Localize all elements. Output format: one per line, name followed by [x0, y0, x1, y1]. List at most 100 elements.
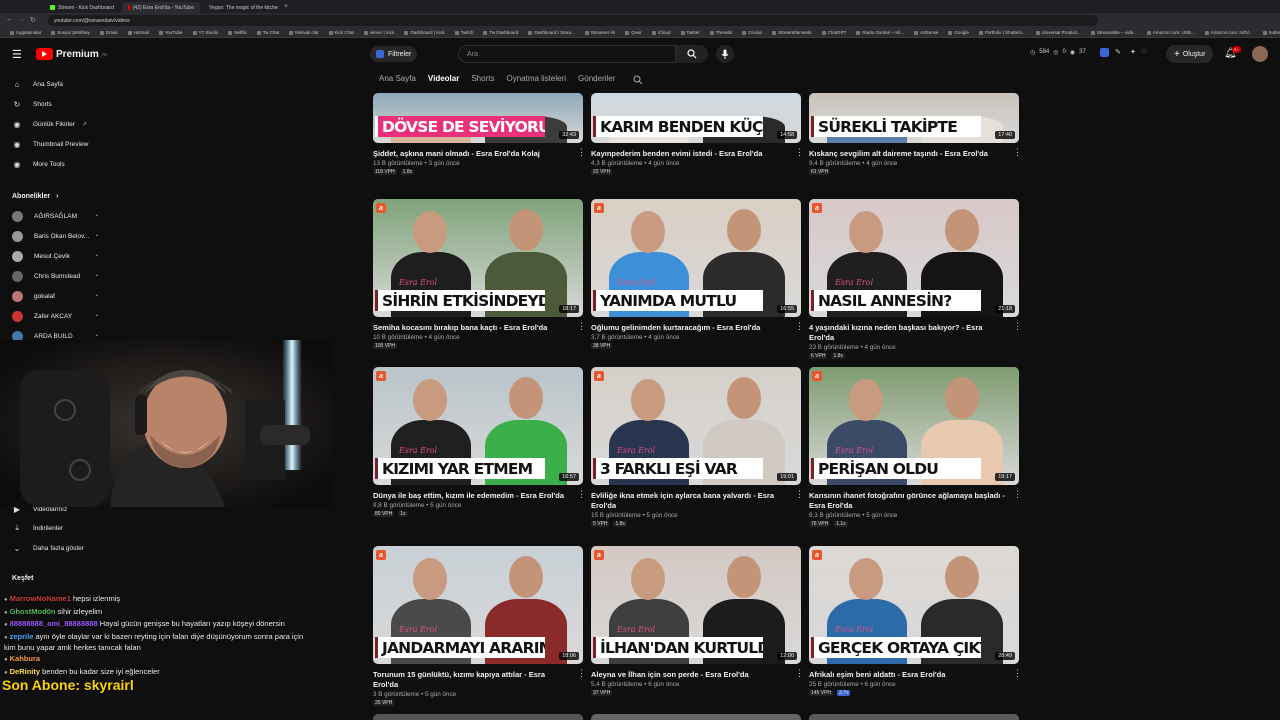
video-title[interactable]: Evliliğe ikna etmek için aylarca bana ya… — [591, 491, 787, 511]
video-title[interactable]: Semiha kocasını bırakıp bana kaçtı - Esr… — [373, 323, 569, 333]
bookmark-item[interactable]: Subreit a request... — [1262, 30, 1280, 35]
bookmark-item[interactable]: Streamable – vide... — [1090, 30, 1137, 35]
address-bar[interactable]: youtube.com/@esraerolatv/videos — [48, 15, 1098, 26]
video-thumbnail[interactable]: SÜREKLİ TAKİPTE 17:40 — [809, 93, 1019, 143]
bookmark-item[interactable]: Portfolio | Shutters... — [978, 30, 1026, 35]
video-thumbnail[interactable]: a Esra Erol YANIMDA MUTLU 16:55 — [591, 199, 801, 317]
browser-tab[interactable]: Vegun: The magic of the kitchen — [200, 2, 278, 13]
bookmark-item[interactable]: StreamElements — [772, 30, 812, 35]
video-card[interactable]: SÜREKLİ TAKİPTE 17:40 Kıskanç sevgilim alt… — [809, 93, 1022, 175]
sidebar-item[interactable]: ⌂ Ana Sayfa — [12, 79, 63, 89]
video-thumbnail[interactable]: a Esra Erol KIZIMI YAR ETMEM 16:57 — [373, 367, 583, 485]
video-card[interactable]: a Esra Erol SİHRİN ETKİSİNDEYDİM 18:17 Semih… — [373, 199, 586, 349]
browser-tab[interactable]: (42) Esra Erol'da - YouTube — [122, 2, 200, 13]
bookmark-item[interactable]: Hotmail — [127, 30, 149, 35]
video-card[interactable]: DÖVSE DE SEVİYORUM 32:43 Şiddet, aşkına ma… — [373, 93, 586, 175]
video-more-options-icon[interactable]: ⋮ — [1013, 489, 1022, 500]
sidebar-item[interactable]: ↻ Shorts — [12, 99, 52, 109]
bookmark-item[interactable]: Gmail — [99, 30, 118, 35]
extension-bell-icon[interactable]: ◌ — [1142, 48, 1146, 55]
bookmark-item[interactable]: AdSense — [914, 30, 938, 35]
video-thumbnail-partial[interactable] — [591, 714, 801, 720]
video-title[interactable]: Afrikalı eşim beni aldattı - Esra Erol'd… — [809, 670, 1005, 680]
sidebar-item[interactable]: ◉ Thumbnail Preview — [12, 139, 89, 149]
bookmark-item[interactable]: Çevir — [625, 30, 642, 35]
video-thumbnail[interactable]: a Esra Erol 3 FARKLI EŞİ VAR 19:01 — [591, 367, 801, 485]
subscription-item[interactable]: Chris Bumstead — [12, 271, 80, 282]
channel-tab[interactable]: Videolar — [428, 74, 459, 83]
bookmark-item[interactable]: Amazon.com: NOV... — [1204, 30, 1253, 35]
video-title[interactable]: Şiddet, aşkına mani olmadı - Esra Erol'd… — [373, 149, 569, 159]
channel-search-icon[interactable] — [633, 75, 643, 85]
video-card[interactable]: a Esra Erol KIZIMI YAR ETMEM 16:57 Dünya ile… — [373, 367, 586, 517]
video-thumbnail[interactable]: DÖVSE DE SEVİYORUM 32:43 — [373, 93, 583, 143]
bookmark-item[interactable]: ChatGPT — [821, 30, 846, 35]
video-card[interactable]: a Esra Erol 3 FARKLI EŞİ VAR 19:01 Evliliğe … — [591, 367, 804, 527]
video-more-options-icon[interactable]: ⋮ — [1013, 321, 1022, 332]
bookmark-item[interactable]: Threads — [709, 30, 732, 35]
bookmark-item[interactable]: Dashboard | Kick — [404, 30, 445, 35]
browser-tab[interactable]: Stream - Kick Dashboard — [44, 2, 122, 13]
subscription-item[interactable]: Zafer AKCAY — [12, 311, 72, 322]
bookmark-item[interactable]: Twitter — [680, 30, 700, 35]
search-input[interactable]: Ara — [458, 45, 676, 63]
sidebar-item[interactable]: ⤓ İndirilenler — [12, 523, 63, 533]
video-more-options-icon[interactable]: ⋮ — [795, 321, 804, 332]
video-thumbnail-partial[interactable] — [809, 714, 1019, 720]
video-more-options-icon[interactable]: ⋮ — [577, 147, 586, 158]
video-more-options-icon[interactable]: ⋮ — [577, 668, 586, 679]
account-avatar[interactable] — [1252, 46, 1268, 62]
create-button[interactable]: + Oluştur — [1166, 45, 1214, 63]
sidebar-item[interactable]: ◉ Günlük Fikirler ↗ — [12, 119, 87, 129]
bookmark-item[interactable]: Sosyal Şehirbey — [51, 30, 90, 35]
video-thumbnail[interactable]: KARIM BENDEN KÜÇÜK 14:58 — [591, 93, 801, 143]
video-card[interactable]: a Esra Erol İLHAN'DAN KURTULDUM 12:00 Aleyna… — [591, 546, 804, 696]
sidebar-item[interactable]: ⌄ Daha fazla göster — [12, 543, 84, 553]
video-title[interactable]: Oğlumu gelinimden kurtaracağım - Esra Er… — [591, 323, 787, 333]
extension-wand-icon[interactable]: ✦ — [1130, 48, 1136, 56]
video-title[interactable]: Dünya ile baş ettim, kızım ile edemedim … — [373, 491, 569, 501]
video-card[interactable]: a Esra Erol PERİŞAN OLDU 19:17 Karısının iha… — [809, 367, 1022, 527]
video-title[interactable]: Aleyna ve İlhan için son perde - Esra Er… — [591, 670, 787, 680]
video-thumbnail-partial[interactable] — [373, 714, 583, 720]
video-more-options-icon[interactable]: ⋮ — [795, 668, 804, 679]
bookmark-item[interactable]: YT Studio — [192, 30, 218, 35]
video-card[interactable]: a Esra Erol JANDARMAYI ARARIM 18:06 Torunum … — [373, 546, 586, 706]
channel-tab[interactable]: Ana Sayfa — [379, 74, 416, 83]
subscription-item[interactable]: gokalaf — [12, 291, 55, 302]
bookmark-item[interactable]: Tw Chat — [256, 30, 279, 35]
video-thumbnail[interactable]: a Esra Erol PERİŞAN OLDU 19:17 — [809, 367, 1019, 485]
bookmark-item[interactable]: Uygulamalar — [10, 30, 41, 35]
bookmark-item[interactable]: festivali.clat — [289, 30, 319, 35]
video-card[interactable]: a Esra Erol YANIMDA MUTLU 16:55 Oğlumu gelin… — [591, 199, 804, 349]
bookmark-item[interactable]: YouTube — [158, 30, 183, 35]
voice-search-button[interactable] — [716, 45, 734, 63]
back-icon[interactable]: ← — [6, 16, 13, 23]
bookmark-item[interactable]: Netflix — [228, 30, 247, 35]
video-title[interactable]: 4 yaşındaki kızına neden başkası bakıyor… — [809, 323, 1005, 343]
video-more-options-icon[interactable]: ⋮ — [1013, 147, 1022, 158]
video-card[interactable]: a Esra Erol NASIL ANNESİN? 21:18 4 yaşındaki… — [809, 199, 1022, 359]
video-title[interactable]: Torunum 15 günlüktü, kızımı kapıya attıl… — [373, 670, 569, 690]
bookmark-item[interactable]: Amazon.com: USB... — [1146, 30, 1195, 35]
channel-tab[interactable]: Oynatma listeleri — [506, 74, 566, 83]
video-thumbnail[interactable]: a Esra Erol GERÇEK ORTAYA ÇIKTI 28:49 — [809, 546, 1019, 664]
video-thumbnail[interactable]: a Esra Erol NASIL ANNESİN? 21:18 — [809, 199, 1019, 317]
video-card[interactable]: KARIM BENDEN KÜÇÜK 14:58 Kayınpederim bend… — [591, 93, 804, 175]
channel-tab[interactable]: Gönderiler — [578, 74, 615, 83]
search-button[interactable] — [676, 45, 708, 63]
extension-icon[interactable] — [1100, 48, 1109, 57]
bookmark-item[interactable]: Tw Dashboard — [483, 30, 518, 35]
reload-icon[interactable]: ↻ — [30, 16, 36, 24]
subscriptions-heading[interactable]: Abonelikler › — [12, 193, 58, 200]
video-title[interactable]: Kıskanç sevgilim alt daireme taşındı - E… — [809, 149, 1005, 159]
bookmark-item[interactable]: Oculus — [742, 30, 762, 35]
youtube-logo[interactable]: Premium TR — [36, 48, 107, 60]
bookmark-item[interactable]: Universal Product... — [1035, 30, 1081, 35]
channel-tab[interactable]: Shorts — [471, 74, 494, 83]
menu-icon[interactable]: ☰ — [12, 48, 22, 61]
extension-pen-icon[interactable]: ✎ — [1115, 48, 1121, 56]
bookmark-item[interactable]: iCloud — [651, 30, 671, 35]
video-more-options-icon[interactable]: ⋮ — [577, 321, 586, 332]
bookmark-item[interactable]: server | Kick — [363, 30, 394, 35]
